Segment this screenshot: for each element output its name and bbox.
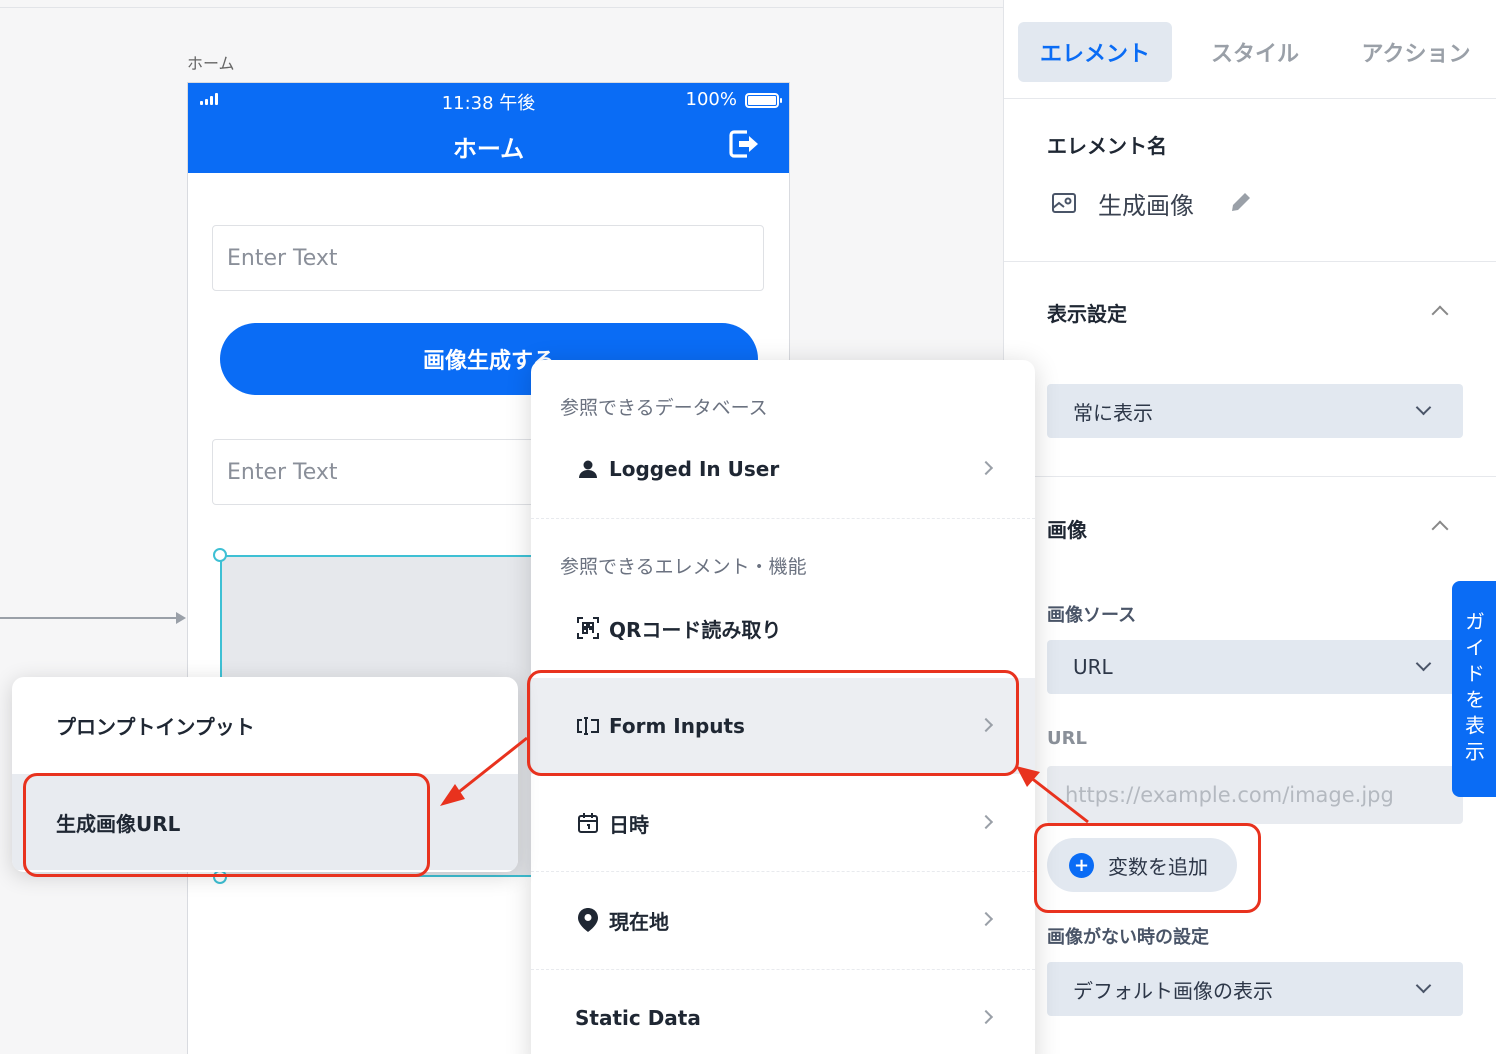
screen-label: ホーム <box>187 54 235 73</box>
element-name-title: エレメント名 <box>1047 134 1167 158</box>
display-select[interactable]: 常に表示 <box>1047 384 1463 438</box>
highlight-box-form-inputs <box>527 670 1019 776</box>
highlight-box-generated-image-url <box>23 773 430 877</box>
no-image-setting-label: 画像がない時の設定 <box>1047 927 1209 948</box>
collapse-chevron-icon[interactable] <box>1431 305 1449 323</box>
resize-handle[interactable] <box>213 548 227 562</box>
location-pin-icon <box>575 907 601 933</box>
element-name-value: 生成画像 <box>1098 192 1194 220</box>
menu-item-qr-scan[interactable]: QRコード読み取り <box>531 580 1035 676</box>
calendar-icon <box>575 812 601 834</box>
no-image-select[interactable]: デフォルト画像の表示 <box>1047 962 1463 1016</box>
tab-style[interactable]: スタイル <box>1180 22 1330 82</box>
display-settings-title: 表示設定 <box>1047 302 1127 326</box>
menu-section-database: 参照できるデータベース <box>560 397 768 419</box>
select-value: 常に表示 <box>1073 400 1153 425</box>
phone-nav-title: ホーム <box>452 135 525 163</box>
chevron-down-icon <box>1415 655 1432 672</box>
menu-item-logged-in-user[interactable]: Logged In User <box>531 421 1035 517</box>
submenu-item-label: プロンプトインプット <box>56 714 255 739</box>
menu-section-elements: 参照できるエレメント・機能 <box>560 556 807 578</box>
submenu-item-prompt-input[interactable]: プロンプトインプット <box>12 677 518 773</box>
chevron-right-icon <box>978 1009 994 1025</box>
divider <box>1004 261 1496 262</box>
chevron-right-icon <box>978 814 994 830</box>
input-placeholder: Enter Text <box>227 459 338 485</box>
tab-element[interactable]: エレメント <box>1018 22 1172 82</box>
status-battery-text: 100% <box>685 89 737 110</box>
chevron-right-icon <box>978 460 994 476</box>
menu-item-datetime[interactable]: 日時 <box>531 775 1035 871</box>
image-element-icon <box>1052 193 1076 213</box>
url-input[interactable]: https://example.com/image.jpg <box>1047 766 1463 824</box>
menu-item-label: 現在地 <box>609 909 669 934</box>
guide-tab[interactable]: ガイドを表示 <box>1452 581 1496 797</box>
url-label: URL <box>1047 728 1087 749</box>
canvas-connector-line <box>0 617 178 619</box>
chevron-down-icon <box>1415 977 1432 994</box>
menu-item-label: Static Data <box>575 1006 701 1030</box>
select-value: デフォルト画像の表示 <box>1073 978 1273 1003</box>
qr-scan-icon <box>575 616 601 640</box>
menu-item-location[interactable]: 現在地 <box>531 872 1035 968</box>
input-placeholder: https://example.com/image.jpg <box>1065 783 1394 807</box>
connector-arrow-icon <box>176 612 186 624</box>
divider <box>1004 476 1496 477</box>
image-section-title: 画像 <box>1047 518 1087 542</box>
phone-text-input-1[interactable]: Enter Text <box>212 225 764 291</box>
menu-item-label: 日時 <box>609 812 649 837</box>
battery-icon <box>745 93 782 108</box>
image-source-label: 画像ソース <box>1047 605 1137 626</box>
logout-icon[interactable] <box>727 127 761 161</box>
menu-item-label: Logged In User <box>609 457 780 481</box>
pencil-icon[interactable] <box>1229 190 1253 214</box>
select-value: URL <box>1073 655 1113 679</box>
input-placeholder: Enter Text <box>227 245 338 271</box>
highlight-box-add-variable <box>1034 823 1261 913</box>
chevron-down-icon <box>1415 399 1432 416</box>
image-source-select[interactable]: URL <box>1047 640 1463 694</box>
tab-action[interactable]: アクション <box>1336 22 1496 82</box>
menu-item-label: QRコード読み取り <box>609 617 782 642</box>
menu-item-static-data[interactable]: Static Data <box>531 970 1035 1054</box>
user-icon <box>575 459 601 479</box>
chevron-right-icon <box>978 911 994 927</box>
menu-divider <box>531 518 1035 519</box>
phone-header: 11:38 午後 100% ホーム <box>188 83 789 173</box>
collapse-chevron-icon[interactable] <box>1431 520 1449 538</box>
canvas-top-border <box>0 7 1003 8</box>
divider <box>1004 98 1496 99</box>
